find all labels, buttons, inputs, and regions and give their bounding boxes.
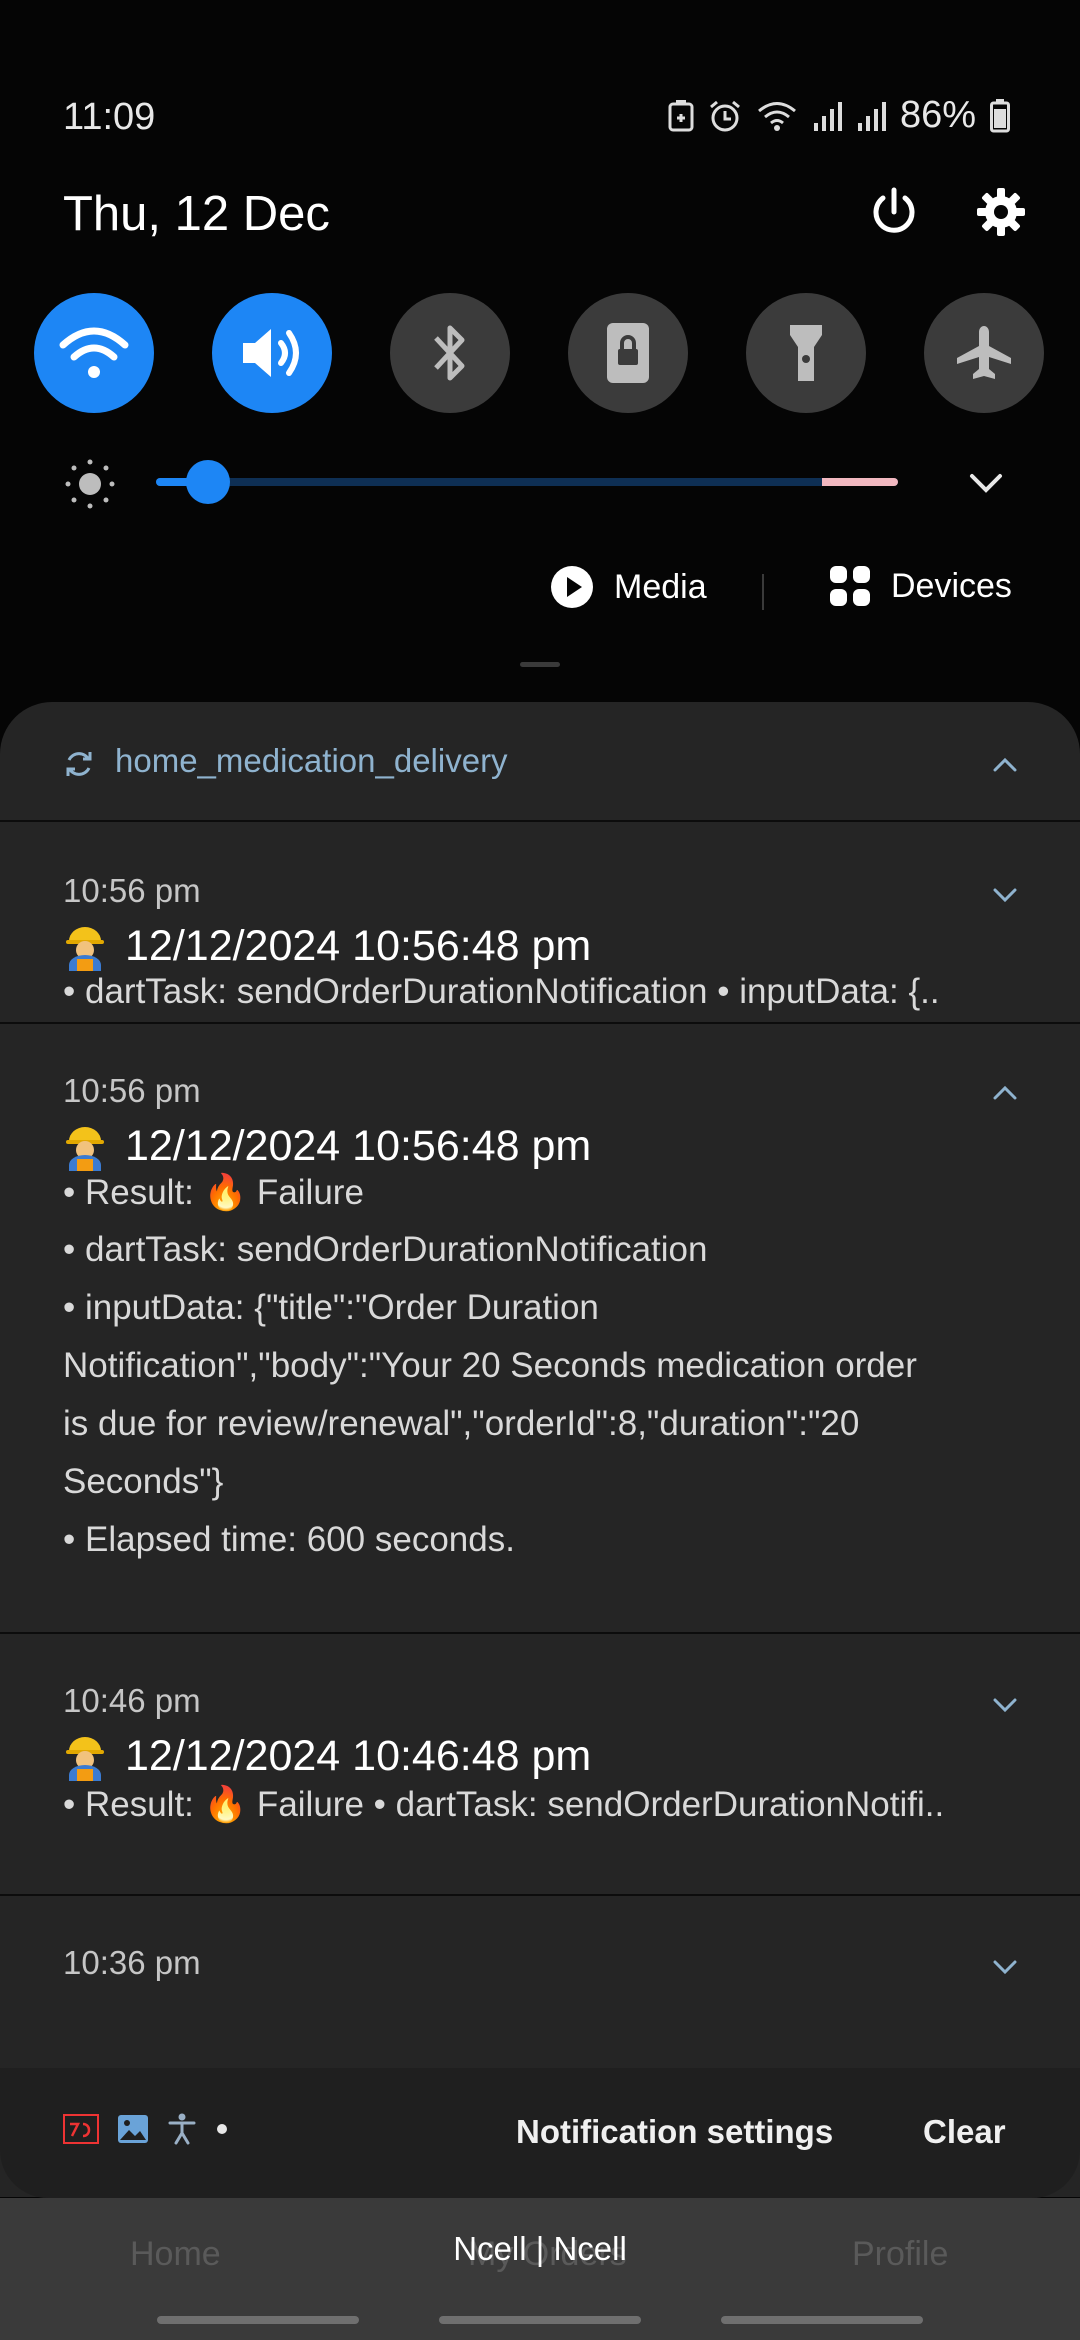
devices-button[interactable]: Devices xyxy=(829,565,1012,607)
more-dot-icon xyxy=(217,2124,227,2134)
status-time: 11:09 xyxy=(63,96,156,138)
gear-icon xyxy=(977,188,1025,236)
chevron-down-icon[interactable] xyxy=(990,1956,1020,1978)
brightness-icon xyxy=(64,458,116,510)
construction-worker-icon xyxy=(66,1736,104,1781)
sound-toggle[interactable] xyxy=(212,293,332,413)
nav-back-bar[interactable] xyxy=(721,2316,923,2324)
status-icons: 86% xyxy=(668,94,1010,137)
date-label: Thu, 12 Dec xyxy=(63,187,330,241)
wifi-toggle[interactable] xyxy=(34,293,154,413)
battery-percentage: 86% xyxy=(899,94,976,136)
expand-panel-button[interactable] xyxy=(966,470,1006,498)
media-label: Media xyxy=(614,567,707,606)
clear-button[interactable]: Clear xyxy=(923,2113,1006,2151)
notification-body-line: • Elapsed time: 600 seconds. xyxy=(63,1520,515,1559)
airplane-icon xyxy=(957,326,1011,379)
calendar-app-icon xyxy=(63,2114,99,2144)
airplane-mode-toggle[interactable] xyxy=(924,293,1044,413)
devices-grid-icon xyxy=(830,566,870,606)
divider xyxy=(762,574,764,610)
chevron-down-icon[interactable] xyxy=(990,884,1020,906)
sync-icon xyxy=(66,752,92,776)
accessibility-icon xyxy=(168,2113,196,2145)
bluetooth-toggle[interactable] xyxy=(390,293,510,413)
notification-panel: home_medication_delivery 10:56 pm 12/12/… xyxy=(0,702,1080,2197)
notification-settings-button[interactable]: Notification settings xyxy=(516,2113,833,2151)
power-button[interactable] xyxy=(866,184,922,240)
wifi-icon xyxy=(59,327,129,378)
drag-handle[interactable] xyxy=(520,662,560,667)
construction-worker-icon xyxy=(66,1126,104,1171)
notification-item-expanded[interactable]: 10:56 pm 12/12/2024 10:56:48 pm • Result… xyxy=(0,1024,1080,1634)
play-icon xyxy=(551,566,593,608)
notification-title-text: 12/12/2024 10:56:48 pm xyxy=(125,1122,592,1170)
signal-icon xyxy=(857,101,886,131)
alarm-icon xyxy=(709,100,740,131)
notification-body-line: Notification","body":"Your 20 Seconds me… xyxy=(63,1346,917,1385)
notification-title: 12/12/2024 10:56:48 pm xyxy=(63,1122,591,1171)
chevron-down-icon xyxy=(970,474,1002,493)
notification-time: 10:36 pm xyxy=(63,1944,201,1981)
construction-worker-icon xyxy=(66,926,104,971)
wifi-icon xyxy=(757,101,796,131)
signal-icon xyxy=(813,101,842,131)
chevron-down-icon[interactable] xyxy=(990,1694,1020,1716)
notification-title-text: 12/12/2024 10:46:48 pm xyxy=(125,1732,592,1780)
notification-body-line: • Result: 🔥 Failure xyxy=(63,1173,364,1212)
notification-body-line: is due for review/renewal","orderId":8,"… xyxy=(63,1404,860,1443)
nav-home-bar[interactable] xyxy=(439,2316,641,2324)
brightness-slider[interactable] xyxy=(156,478,898,486)
chevron-up-icon[interactable] xyxy=(990,1082,1020,1104)
media-button[interactable]: Media xyxy=(550,565,707,609)
notification-title: 12/12/2024 10:46:48 pm xyxy=(63,1732,591,1781)
notification-body: • dartTask: sendOrderDurationNotificatio… xyxy=(63,972,940,1011)
bluetooth-icon xyxy=(434,325,465,381)
notification-item[interactable]: 10:36 pm xyxy=(0,1896,1080,2096)
notification-title-text: 12/12/2024 10:56:48 pm xyxy=(125,922,592,970)
screen-lock-toggle[interactable] xyxy=(568,293,688,413)
brightness-slider-thumb[interactable] xyxy=(186,460,230,504)
notification-group-header[interactable]: home_medication_delivery xyxy=(0,702,1080,822)
chevron-up-icon[interactable] xyxy=(990,754,1020,776)
speaker-icon xyxy=(243,329,299,377)
notification-item[interactable]: 10:46 pm 12/12/2024 10:46:48 pm • Result… xyxy=(0,1634,1080,1896)
notification-body-line: Seconds"} xyxy=(63,1462,224,1501)
battery-icon xyxy=(990,98,1010,132)
brightness-warning-zone xyxy=(822,478,898,486)
app-name: home_medication_delivery xyxy=(115,742,508,779)
carrier-label: Ncell | Ncell xyxy=(453,2230,627,2267)
notification-body-line: • inputData: {"title":"Order Duration xyxy=(63,1288,599,1327)
notification-title: 12/12/2024 10:56:48 pm xyxy=(63,922,591,971)
notification-time: 10:56 pm xyxy=(63,872,201,909)
power-icon xyxy=(873,187,915,233)
notification-time: 10:56 pm xyxy=(63,1072,201,1109)
settings-button[interactable] xyxy=(973,184,1029,240)
notification-body-line: • dartTask: sendOrderDurationNotificatio… xyxy=(63,1230,708,1269)
nav-recents-bar[interactable] xyxy=(157,2316,359,2324)
flashlight-toggle[interactable] xyxy=(746,293,866,413)
lock-rotation-icon xyxy=(607,323,649,383)
notification-body: • Result: 🔥 Failure • dartTask: sendOrde… xyxy=(63,1785,945,1824)
flashlight-icon xyxy=(790,325,822,381)
notification-item[interactable]: 10:56 pm 12/12/2024 10:56:48 pm • dartTa… xyxy=(0,822,1080,1024)
notification-time: 10:46 pm xyxy=(63,1682,201,1719)
devices-label: Devices xyxy=(891,566,1012,605)
gallery-icon xyxy=(118,2115,148,2143)
notification-app-icons xyxy=(63,2113,229,2145)
battery-saver-icon xyxy=(668,99,694,131)
